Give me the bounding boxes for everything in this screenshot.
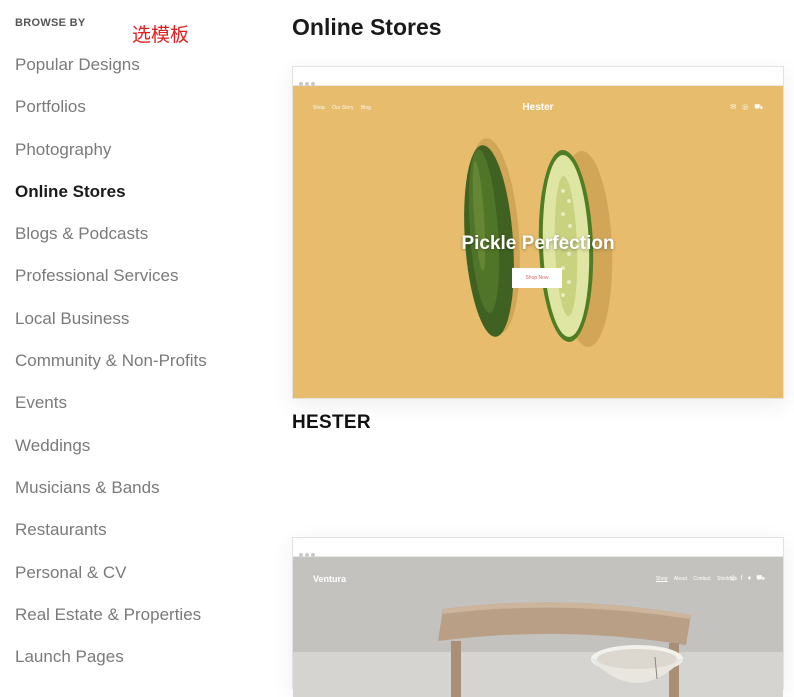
category-restaurants[interactable]: Restaurants bbox=[15, 517, 207, 559]
facebook-icon: f bbox=[740, 575, 743, 582]
category-community-non-profits[interactable]: Community & Non-Profits bbox=[15, 348, 207, 390]
template-name-hester[interactable]: HESTER bbox=[292, 412, 371, 434]
instagram-icon: ◎ bbox=[742, 104, 749, 111]
cart-icon: ⛟ bbox=[754, 104, 763, 111]
preview-icons: ◎ f ♦ ⛟ bbox=[727, 574, 765, 583]
preview-nav-item: About bbox=[673, 576, 687, 582]
preview-shop-now-button: Shop Now bbox=[512, 268, 562, 288]
category-musicians-bands[interactable]: Musicians & Bands bbox=[15, 475, 207, 517]
category-personal-cv[interactable]: Personal & CV bbox=[15, 560, 207, 602]
category-sidebar: BROWSE BY 选模板 Popular Designs Portfolios… bbox=[0, 0, 270, 677]
template-preview-image: Shop Our Story Blog Hester ✉ ◎ ⛟ Pickle … bbox=[293, 86, 783, 398]
preview-hero-title: Pickle Perfection bbox=[461, 233, 615, 254]
category-list: Popular Designs Portfolios Photography O… bbox=[15, 52, 207, 686]
category-professional-services[interactable]: Professional Services bbox=[15, 263, 207, 305]
template-preview-image: Ventura Shop About Contact Stockists ◎ f… bbox=[293, 557, 783, 697]
preview-nav-item: Contact bbox=[693, 576, 711, 582]
template-card-hester[interactable]: Shop Our Story Blog Hester ✉ ◎ ⛟ Pickle … bbox=[292, 66, 784, 399]
category-blogs-podcasts[interactable]: Blogs & Podcasts bbox=[15, 221, 207, 263]
mail-icon: ✉ bbox=[730, 104, 737, 111]
instagram-icon: ◎ bbox=[729, 575, 736, 582]
section-title: Online Stores bbox=[292, 14, 442, 40]
category-portfolios[interactable]: Portfolios bbox=[15, 94, 207, 136]
browser-chrome-bar bbox=[293, 538, 783, 557]
category-photography[interactable]: Photography bbox=[15, 137, 207, 179]
browse-by-label: BROWSE BY bbox=[15, 17, 86, 29]
annotation-text: 选模板 bbox=[132, 24, 190, 46]
twitter-icon: ♦ bbox=[747, 575, 752, 582]
preview-icons: ✉ ◎ ⛟ bbox=[726, 103, 763, 112]
preview-brand: Ventura bbox=[313, 574, 347, 584]
category-online-stores[interactable]: Online Stores bbox=[15, 179, 207, 221]
category-launch-pages[interactable]: Launch Pages bbox=[15, 644, 207, 686]
category-real-estate-properties[interactable]: Real Estate & Properties bbox=[15, 602, 207, 644]
cart-icon: ⛟ bbox=[756, 575, 765, 582]
preview-nav-item: Shop bbox=[655, 576, 668, 582]
category-weddings[interactable]: Weddings bbox=[15, 433, 207, 475]
category-popular-designs[interactable]: Popular Designs bbox=[15, 52, 207, 94]
preview-nav: Shop About Contact Stockists bbox=[651, 576, 737, 582]
category-events[interactable]: Events bbox=[15, 390, 207, 432]
browser-chrome-bar bbox=[293, 67, 783, 86]
preview-brand: Hester bbox=[522, 102, 554, 113]
template-card-ventura[interactable]: Ventura Shop About Contact Stockists ◎ f… bbox=[292, 537, 784, 697]
category-local-business[interactable]: Local Business bbox=[15, 306, 207, 348]
